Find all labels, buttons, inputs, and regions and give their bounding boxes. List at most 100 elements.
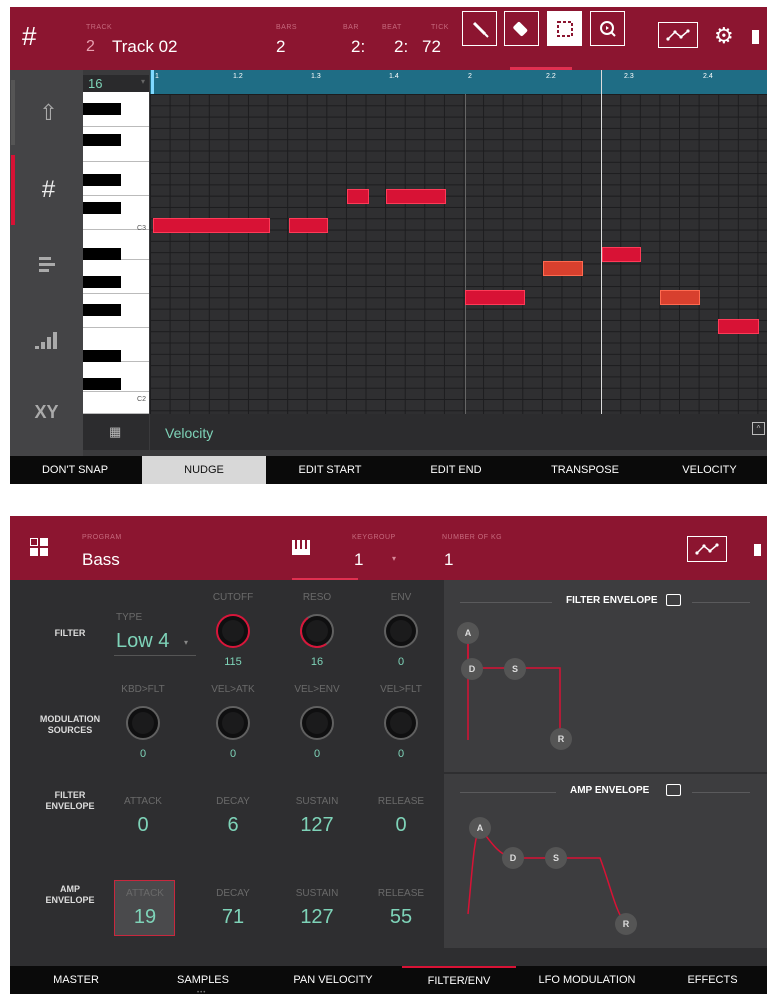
nav-bars-icon[interactable] xyxy=(11,230,82,300)
amp-decay-value[interactable]: 71 xyxy=(198,906,268,929)
nudge-button[interactable]: NUDGE xyxy=(142,456,266,484)
track-name[interactable]: Track 02 xyxy=(112,37,178,57)
note-grid[interactable] xyxy=(150,70,767,414)
zoom-tool[interactable] xyxy=(590,11,625,46)
nav-up-arrow-icon[interactable]: ⇧ xyxy=(11,80,82,145)
amp-env-point-r[interactable]: R xyxy=(615,913,637,935)
program-automation-button[interactable] xyxy=(687,536,727,562)
beat-label: BEAT xyxy=(382,24,402,31)
amp-attack-value[interactable]: 19 xyxy=(110,906,180,929)
automation-button[interactable] xyxy=(658,22,698,48)
expand-lane-icon[interactable]: ^ xyxy=(752,422,765,435)
filter-env-point-r[interactable]: R xyxy=(550,728,572,750)
piano-keyboard[interactable]: C3 C2 xyxy=(83,92,149,414)
program-name[interactable]: Bass xyxy=(82,550,120,570)
reso-label: RESO xyxy=(302,592,332,603)
dont-snap-button[interactable]: DON'T SNAP xyxy=(14,456,136,484)
keygroup-piano-icon[interactable] xyxy=(292,540,310,555)
tab-lfo-modulation[interactable]: LFO MODULATION xyxy=(518,966,656,994)
transpose-button[interactable]: TRANSPOSE xyxy=(520,456,650,484)
bar-value[interactable]: 2: xyxy=(351,37,365,57)
edit-end-button[interactable]: EDIT END xyxy=(394,456,518,484)
kbd-flt-knob[interactable] xyxy=(126,706,160,740)
ruler-marker: 1.4 xyxy=(389,73,399,80)
filter-release-value[interactable]: 0 xyxy=(366,814,436,837)
filter-type-value: Low 4 xyxy=(116,630,170,652)
program-grid-icon[interactable] xyxy=(30,538,48,556)
eraser-tool[interactable] xyxy=(504,11,539,46)
velocity-button[interactable]: VELOCITY xyxy=(652,456,767,484)
top-screen: # TRACK 2 Track 02 BARS 2 BAR 2: BEAT 2:… xyxy=(0,0,767,490)
vel-env-knob[interactable] xyxy=(300,706,334,740)
amp-release-value[interactable]: 55 xyxy=(366,906,436,929)
vel-flt-label: VEL>FLT xyxy=(380,684,422,695)
ruler-marker: 1 xyxy=(155,73,159,80)
velocity-bars-icon xyxy=(34,332,57,349)
note[interactable] xyxy=(289,218,328,233)
note[interactable] xyxy=(602,247,641,262)
black-key xyxy=(83,378,121,390)
vel-atk-knob[interactable] xyxy=(216,706,250,740)
keyboard-grid-icon[interactable]: ▦ xyxy=(109,424,121,440)
filter-sustain-value[interactable]: 127 xyxy=(282,814,352,837)
tab-filter-env[interactable]: FILTER/ENV xyxy=(402,966,516,994)
env-value: 0 xyxy=(397,656,405,668)
filter-env-point-a[interactable]: A xyxy=(457,622,479,644)
grid-division-select[interactable]: 16 ▾ xyxy=(83,75,149,92)
bars-value[interactable]: 2 xyxy=(276,37,285,57)
filter-decay-value[interactable]: 6 xyxy=(198,814,268,837)
nav-velocity-icon[interactable] xyxy=(11,305,82,375)
tick-value[interactable]: 72 xyxy=(422,37,441,57)
hash-icon[interactable]: # xyxy=(22,21,36,52)
tab-master[interactable]: MASTER xyxy=(12,966,140,994)
filter-type-select[interactable]: Low 4 ▾ xyxy=(114,626,196,656)
bar-line xyxy=(465,94,466,414)
pencil-tool[interactable] xyxy=(462,11,497,46)
keygroup-value[interactable]: 1 xyxy=(354,550,363,570)
vel-atk-label: VEL>ATK xyxy=(211,684,255,695)
amp-envelope-panel[interactable]: AMP ENVELOPE A D S R xyxy=(444,774,767,948)
nav-grid-hash-icon[interactable]: # xyxy=(11,155,82,225)
vel-atk-value: 0 xyxy=(229,748,237,760)
amp-env-point-a[interactable]: A xyxy=(469,817,491,839)
black-key xyxy=(83,304,121,316)
tick-label: TICK xyxy=(431,24,449,31)
note[interactable] xyxy=(347,189,369,204)
tab-pan-velocity[interactable]: PAN VELOCITY xyxy=(266,966,400,994)
note[interactable] xyxy=(660,290,700,305)
note[interactable] xyxy=(465,290,525,305)
filter-env-point-d[interactable]: D xyxy=(461,658,483,680)
amp-env-curve xyxy=(467,826,627,925)
automation-icon xyxy=(695,543,719,555)
beat-value[interactable]: 2: xyxy=(394,37,408,57)
cutoff-knob[interactable] xyxy=(216,614,250,648)
nav-xy-icon[interactable]: XY xyxy=(11,380,82,445)
modulation-label-line2: SOURCES xyxy=(47,725,93,735)
note[interactable] xyxy=(718,319,759,334)
amp-env-point-s[interactable]: S xyxy=(545,847,567,869)
amp-sustain-value[interactable]: 127 xyxy=(282,906,352,929)
num-kg-value[interactable]: 1 xyxy=(444,550,453,570)
vel-flt-knob[interactable] xyxy=(384,706,418,740)
filter-attack-value[interactable]: 0 xyxy=(108,814,178,837)
note[interactable] xyxy=(543,261,583,276)
amp-env-point-d[interactable]: D xyxy=(502,847,524,869)
key-label-c3: C3 xyxy=(137,225,146,232)
modulation-row-label: MODULATION SOURCES xyxy=(30,714,110,736)
filter-envelope-panel[interactable]: FILTER ENVELOPE A D S R xyxy=(444,580,767,772)
loop-start-marker xyxy=(151,70,154,94)
select-tool[interactable] xyxy=(547,11,582,46)
ruler-marker: 1.2 xyxy=(233,73,243,80)
note[interactable] xyxy=(386,189,446,204)
edit-start-button[interactable]: EDIT START xyxy=(268,456,392,484)
tab-effects[interactable]: EFFECTS xyxy=(658,966,767,994)
filter-env-point-s[interactable]: S xyxy=(504,658,526,680)
env-knob[interactable] xyxy=(384,614,418,648)
note[interactable] xyxy=(153,218,270,233)
settings-gear-icon[interactable]: ⚙ xyxy=(714,23,734,49)
modulation-label-line1: MODULATION xyxy=(39,714,101,724)
velocity-lane[interactable]: Velocity ^ xyxy=(150,414,767,450)
ruler-marker: 2 xyxy=(468,73,472,80)
timeline-ruler[interactable]: 1 1.2 1.3 1.4 2 2.2 2.3 2.4 xyxy=(150,70,767,94)
filter-env-row-label: FILTER ENVELOPE xyxy=(30,790,110,812)
